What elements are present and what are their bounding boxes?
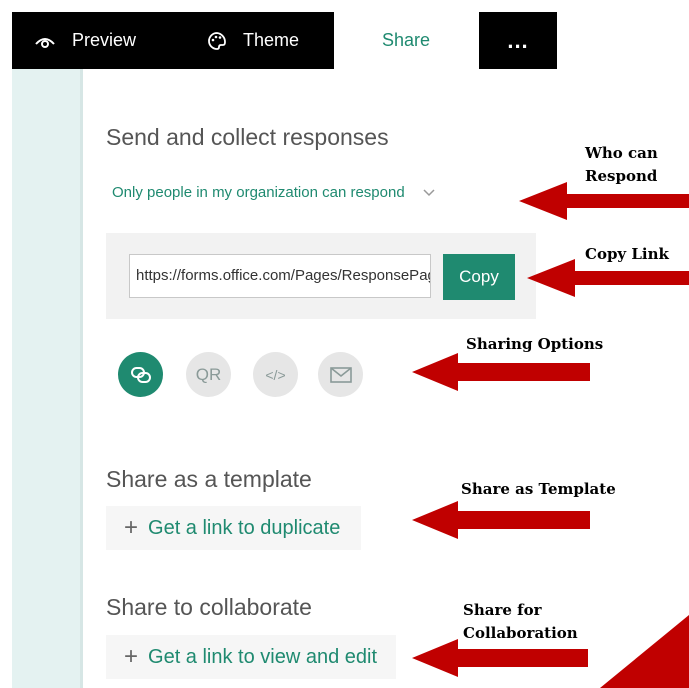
annotation-line: Collaboration	[463, 624, 578, 642]
annotation-line: Respond	[585, 167, 658, 185]
palette-icon	[208, 31, 226, 50]
command-bar-right: ...	[479, 12, 557, 69]
left-panel-stripe	[12, 69, 80, 688]
annotation-copy-link: Copy Link	[585, 245, 669, 263]
preview-button[interactable]: Preview	[34, 12, 136, 69]
share-tab[interactable]: Share	[382, 12, 430, 69]
get-duplicate-link-button[interactable]: + Get a link to duplicate	[106, 506, 361, 550]
qr-label: QR	[195, 364, 222, 384]
embed-icon: </>	[265, 366, 286, 383]
chevron-down-icon	[423, 188, 435, 196]
link-icon	[130, 366, 151, 383]
annotation-who-can-respond: Who can Respond	[585, 142, 658, 188]
annotation-line: Who can	[585, 144, 658, 162]
email-button[interactable]	[318, 352, 363, 397]
annotation-share-template: Share as Template	[461, 480, 616, 498]
get-edit-link-button[interactable]: + Get a link to view and edit	[106, 635, 396, 679]
plus-icon: +	[124, 514, 139, 541]
annotation-share-collaboration: Share for Collaboration	[463, 599, 578, 645]
arrow-sharing-options	[412, 353, 590, 391]
qr-code-button[interactable]: QR	[186, 352, 231, 397]
preview-label: Preview	[72, 30, 137, 50]
share-link-field[interactable]: https://forms.office.com/Pages/ResponseP…	[129, 254, 431, 298]
send-collect-heading: Send and collect responses	[106, 124, 389, 150]
annotation-line: Share for	[463, 601, 542, 619]
theme-label: Theme	[243, 30, 300, 50]
arrow-share-template	[412, 501, 590, 539]
plus-icon: +	[124, 643, 139, 670]
eye-icon	[35, 37, 55, 48]
decorative-red-corner	[600, 615, 689, 688]
embed-button[interactable]: </>	[253, 352, 298, 397]
duplicate-link-label: Get a link to duplicate	[148, 516, 341, 539]
link-share-button[interactable]	[118, 352, 163, 397]
who-can-respond-dropdown[interactable]: Only people in my organization can respo…	[112, 184, 435, 201]
copy-button[interactable]: Copy	[443, 254, 515, 300]
mail-icon	[329, 366, 352, 383]
panel-divider	[80, 69, 83, 688]
top-command-bar: ... Preview Theme Share	[12, 12, 557, 69]
share-collaborate-heading: Share to collaborate	[106, 594, 312, 620]
more-options-button[interactable]: ...	[479, 12, 557, 69]
share-template-heading: Share as a template	[106, 466, 312, 492]
annotation-sharing-options: Sharing Options	[466, 335, 604, 353]
theme-button[interactable]: Theme	[207, 12, 299, 69]
edit-link-label: Get a link to view and edit	[148, 645, 378, 668]
who-can-respond-label: Only people in my organization can respo…	[112, 184, 405, 201]
